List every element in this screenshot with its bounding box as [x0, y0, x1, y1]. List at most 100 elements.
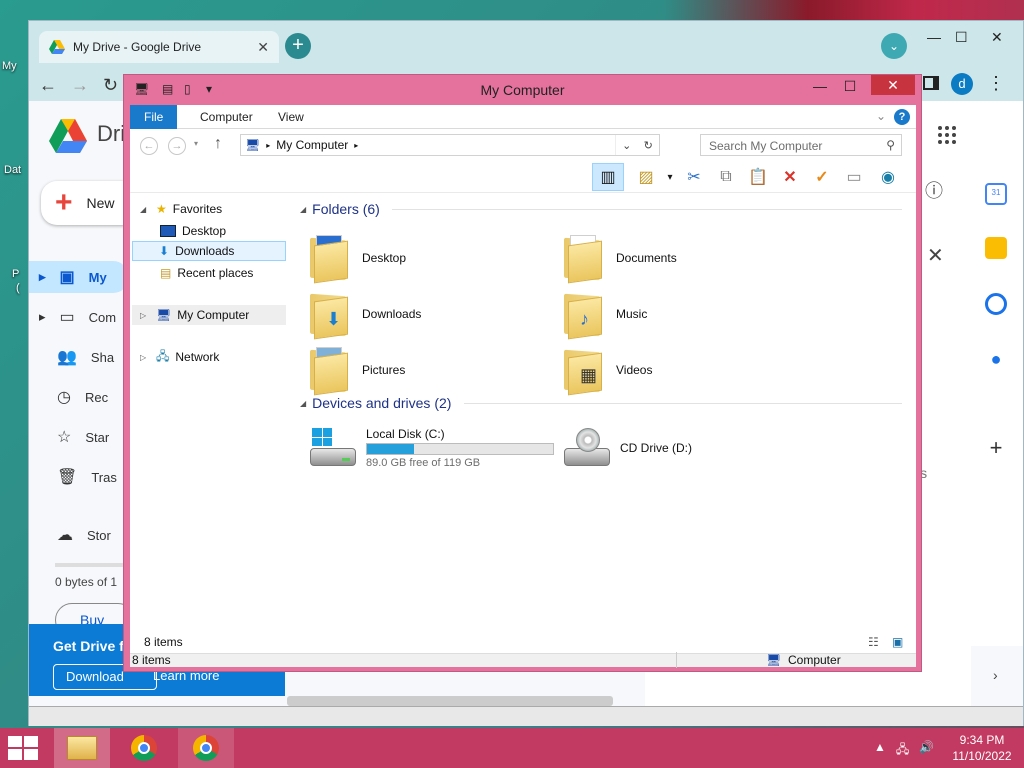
- preview-pane-icon[interactable]: ▥: [592, 163, 624, 191]
- close-icon[interactable]: ✕: [927, 243, 944, 268]
- drive-nav-storage[interactable]: ☁ Stor: [29, 519, 129, 551]
- drive-tile-cd[interactable]: CD Drive (D:): [564, 423, 804, 473]
- delete-icon[interactable]: ✕: [778, 165, 802, 189]
- close-tab-icon[interactable]: ✕: [257, 39, 269, 56]
- chevron-down-icon[interactable]: ⌄: [622, 139, 631, 152]
- drive-nav-my-drive[interactable]: ▸ ▣ My: [29, 261, 129, 293]
- expand-ribbon-icon[interactable]: ⌄: [876, 109, 886, 123]
- nav-favorites[interactable]: ◢ ★ Favorites: [140, 199, 222, 219]
- details-view-icon[interactable]: ☷: [868, 635, 879, 649]
- breadcrumb-my-computer[interactable]: My Computer: [276, 138, 348, 152]
- apps-grid-icon[interactable]: [937, 125, 957, 145]
- drive-nav-shared[interactable]: 👥 Sha: [29, 341, 129, 373]
- folder-tile-music[interactable]: ♪ Music: [564, 289, 804, 340]
- close-button[interactable]: ✕: [871, 75, 915, 95]
- start-button[interactable]: [8, 736, 38, 760]
- nav-label: Favorites: [172, 202, 223, 216]
- back-button[interactable]: ←: [140, 137, 158, 155]
- minimize-button[interactable]: —: [807, 75, 833, 97]
- help-icon[interactable]: ?: [894, 109, 910, 125]
- forward-arrow-icon[interactable]: →: [71, 75, 89, 96]
- paste-icon[interactable]: 📋: [746, 165, 770, 189]
- tasks-icon[interactable]: [985, 293, 1007, 315]
- desktop-icon-label[interactable]: My: [2, 60, 17, 72]
- minimize-button[interactable]: —: [927, 29, 941, 45]
- cd-drive-icon: [564, 428, 610, 468]
- folder-tile-desktop[interactable]: Desktop: [310, 233, 550, 284]
- more-menu-icon[interactable]: ⋮: [987, 73, 1005, 94]
- computer-icon: 🖥: [156, 308, 172, 322]
- nav-desktop[interactable]: Desktop: [160, 221, 226, 241]
- folder-tile-videos[interactable]: ▦ Videos: [564, 345, 804, 396]
- drive-nav-recent[interactable]: ◷ Rec: [29, 381, 129, 413]
- network-globe-icon[interactable]: ◉: [876, 165, 900, 189]
- group-divider: [464, 403, 902, 404]
- side-panel-icon[interactable]: [923, 76, 939, 90]
- status-location: Computer: [788, 653, 841, 667]
- copy-icon[interactable]: ⧉: [714, 165, 738, 189]
- browser-tab[interactable]: My Drive - Google Drive ✕: [39, 31, 279, 63]
- clock[interactable]: 9:34 PM 11/10/2022: [944, 732, 1020, 764]
- taskbar-file-explorer[interactable]: [54, 728, 110, 768]
- nav-my-computer[interactable]: ▷ 🖥 My Computer: [132, 305, 286, 325]
- nav-recent-places[interactable]: ▤ Recent places: [160, 263, 253, 283]
- close-button[interactable]: ✕: [991, 29, 1003, 46]
- computer-icon: 🖥: [245, 138, 261, 152]
- search-input[interactable]: Search My Computer ⚲: [700, 134, 902, 156]
- reload-icon[interactable]: ↻: [103, 75, 118, 96]
- contacts-icon[interactable]: ●: [985, 349, 1007, 371]
- tab-search-button[interactable]: ⌄: [881, 33, 907, 59]
- network-tray-icon[interactable]: 🖧: [896, 740, 909, 761]
- drive-nav-trash[interactable]: 🗑 Tras: [29, 461, 129, 493]
- forward-button[interactable]: →: [168, 137, 186, 155]
- storage-usage-text: 0 bytes of 1: [55, 575, 118, 589]
- new-tab-button[interactable]: +: [285, 33, 311, 59]
- devices-group-header[interactable]: ◢ Devices and drives (2): [300, 393, 451, 413]
- calendar-icon[interactable]: 31: [985, 183, 1007, 205]
- explorer-window: 🖥 ▤ ▯ ▾ My Computer — ☐ ✕ File Computer …: [123, 74, 922, 672]
- desktop-icon-label[interactable]: Dat: [4, 164, 21, 176]
- drive-nav-starred[interactable]: ☆ Star: [29, 421, 129, 453]
- tab-file[interactable]: File: [130, 105, 178, 129]
- horizontal-scrollbar[interactable]: [287, 696, 613, 706]
- address-bar[interactable]: 🖥 ▸ My Computer ▸ ⌄ ↻: [240, 134, 660, 156]
- taskbar-chrome[interactable]: [116, 728, 172, 768]
- folder-tile-pictures[interactable]: Pictures: [310, 345, 550, 396]
- nav-downloads[interactable]: ⬇ Downloads: [132, 241, 286, 261]
- recent-locations-icon[interactable]: ▾: [194, 139, 198, 148]
- recent-icon: ◷: [57, 389, 71, 406]
- add-addon-icon[interactable]: +: [985, 437, 1007, 459]
- profile-avatar[interactable]: d: [951, 73, 973, 95]
- tab-view[interactable]: View: [264, 105, 318, 129]
- folder-tile-documents[interactable]: Documents: [564, 233, 804, 284]
- chevron-down-icon[interactable]: ▾: [658, 165, 682, 189]
- desktop-icon-label[interactable]: (: [16, 282, 20, 294]
- refresh-icon[interactable]: ↻: [644, 139, 653, 152]
- drive-nav-computers[interactable]: ▸ ▭ Com: [29, 301, 129, 333]
- maximize-button[interactable]: ☐: [837, 75, 863, 97]
- nav-network[interactable]: ▷ 🖧 Network: [140, 347, 219, 367]
- back-arrow-icon[interactable]: ←: [39, 75, 57, 96]
- desktop-icon-label[interactable]: P: [12, 268, 19, 280]
- drive-tile-local-disk[interactable]: Local Disk (C:) 89.0 GB free of 119 GB: [310, 423, 570, 473]
- large-icons-view-icon[interactable]: ▣: [892, 635, 903, 649]
- folder-icon: [564, 235, 606, 284]
- folder-tile-downloads[interactable]: ⬇ Downloads: [310, 289, 550, 340]
- breadcrumb-separator-icon: ▸: [354, 140, 359, 150]
- chevron-right-icon[interactable]: ›: [993, 667, 998, 683]
- folders-group-header[interactable]: ◢ Folders (6): [300, 199, 380, 219]
- rename-checkmark-icon[interactable]: ✓: [810, 165, 834, 189]
- keep-icon[interactable]: [985, 237, 1007, 259]
- show-hidden-icons-icon[interactable]: ▲: [874, 740, 886, 761]
- info-icon[interactable]: ⓘ: [925, 177, 943, 203]
- cut-icon[interactable]: ✂: [682, 165, 706, 189]
- volume-icon[interactable]: 🔊: [919, 740, 934, 761]
- my-drive-icon: ▣: [59, 269, 75, 286]
- folder-options-icon[interactable]: ▨: [634, 165, 658, 189]
- maximize-button[interactable]: ☐: [955, 29, 968, 46]
- explorer-titlebar[interactable]: 🖥 ▤ ▯ ▾ My Computer — ☐ ✕: [124, 75, 921, 105]
- properties-icon[interactable]: ▭: [842, 165, 866, 189]
- up-arrow-icon[interactable]: ↑: [214, 135, 222, 153]
- tab-computer[interactable]: Computer: [186, 105, 267, 129]
- taskbar-chrome-profile[interactable]: [178, 728, 234, 768]
